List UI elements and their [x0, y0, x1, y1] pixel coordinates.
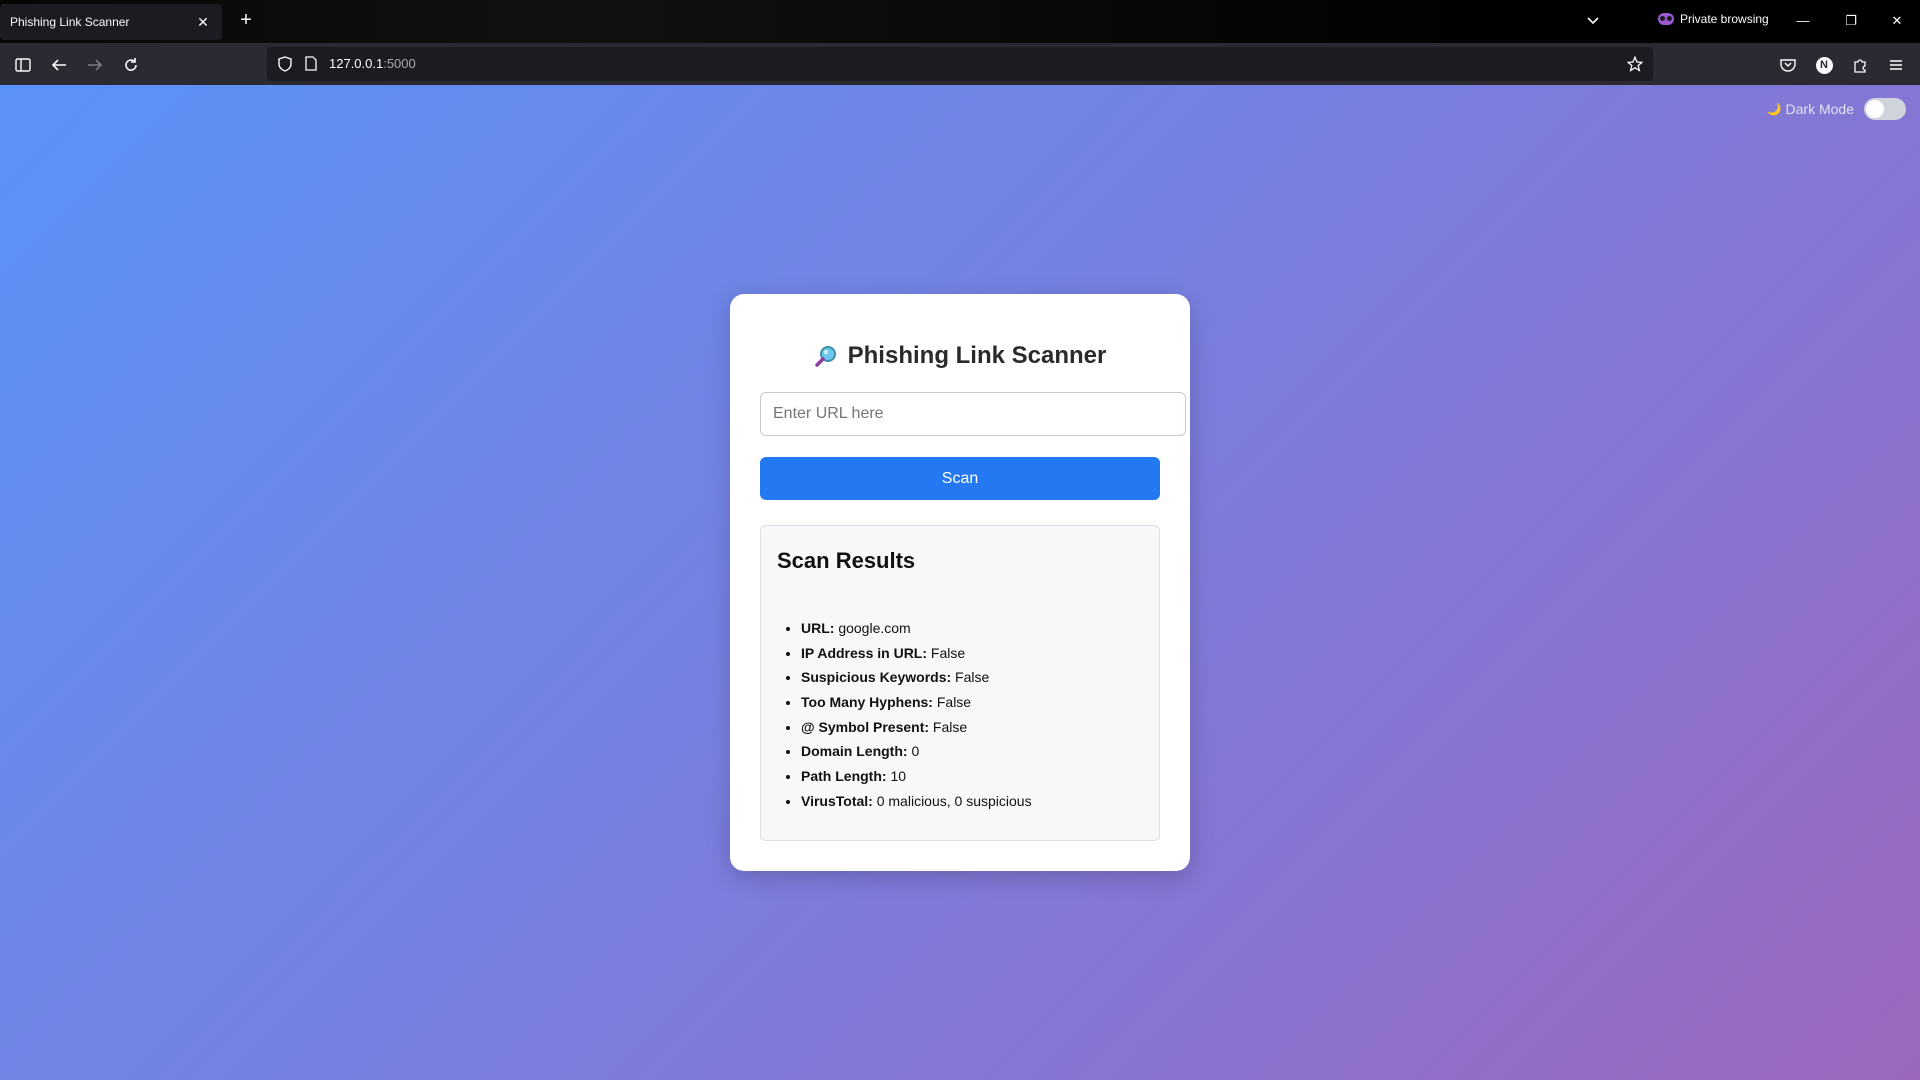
- forward-icon[interactable]: [82, 52, 108, 78]
- result-url: URL: google.com: [801, 616, 1032, 641]
- private-browsing-icon: [1658, 13, 1674, 25]
- result-label: URL:: [801, 620, 835, 636]
- page-title: Phishing Link Scanner: [847, 342, 1107, 369]
- close-tab-icon[interactable]: ✕: [194, 14, 212, 31]
- magnifying-glass-icon: [814, 346, 836, 367]
- result-hyphens: Too Many Hyphens: False: [801, 690, 1032, 715]
- result-label: IP Address in URL:: [801, 644, 928, 661]
- dark-mode-label: Dark Mode: [1785, 101, 1854, 117]
- result-value: False: [932, 718, 968, 735]
- result-label: VirusTotal:: [801, 792, 873, 809]
- result-value: False: [955, 669, 990, 686]
- browser-tab[interactable]: Phishing Link Scanner ✕: [0, 4, 222, 40]
- private-browsing-label: Private browsing: [1680, 12, 1769, 26]
- url-text[interactable]: 127.0.0.1:5000: [329, 56, 416, 71]
- url-port: :5000: [383, 56, 416, 71]
- private-browsing-indicator: Private browsing: [1658, 12, 1769, 26]
- result-label: Domain Length:: [801, 743, 908, 760]
- tab-strip: Phishing Link Scanner ✕ + Private browsi…: [0, 0, 1920, 43]
- page-icon: [305, 56, 317, 71]
- results-list: URL: google.com IP Address in URL: False…: [777, 616, 1032, 814]
- page-title-row: Phishing Link Scanner: [730, 342, 1190, 370]
- page-viewport: 🌙 Dark Mode Phishing Link Scanner Scan S…: [0, 85, 1920, 1080]
- minimize-icon[interactable]: —: [1788, 8, 1818, 34]
- result-value: False: [930, 644, 966, 661]
- scan-button[interactable]: Scan: [760, 457, 1160, 500]
- pocket-icon[interactable]: [1775, 52, 1801, 78]
- new-tab-icon[interactable]: +: [235, 9, 257, 31]
- account-avatar[interactable]: N: [1811, 52, 1837, 78]
- moon-icon: 🌙: [1766, 102, 1782, 116]
- back-icon[interactable]: [46, 52, 72, 78]
- result-suspicious-keywords: Suspicious Keywords: False: [801, 665, 1032, 690]
- url-host: 127.0.0.1: [329, 56, 384, 71]
- url-input[interactable]: [760, 392, 1186, 436]
- bookmark-star-icon[interactable]: [1627, 56, 1643, 72]
- result-value: google.com: [838, 620, 911, 636]
- tab-title: Phishing Link Scanner: [10, 15, 130, 29]
- account-initial: N: [1815, 56, 1833, 74]
- results-title: Scan Results: [777, 548, 916, 573]
- result-label: Too Many Hyphens:: [801, 694, 933, 711]
- address-bar[interactable]: 127.0.0.1:5000: [267, 47, 1653, 81]
- extensions-icon[interactable]: [1847, 52, 1873, 78]
- result-label: Suspicious Keywords:: [801, 669, 952, 686]
- navigation-toolbar: 127.0.0.1:5000 N: [0, 43, 1920, 85]
- result-domain-length: Domain Length: 0: [801, 739, 1032, 764]
- dark-mode-control: 🌙 Dark Mode: [1767, 98, 1906, 120]
- reload-icon[interactable]: [118, 52, 144, 78]
- shield-icon[interactable]: [278, 56, 292, 72]
- dark-mode-toggle[interactable]: [1864, 98, 1906, 120]
- result-value: 10: [890, 768, 907, 785]
- result-at-symbol: @ Symbol Present: False: [801, 715, 1032, 740]
- result-value: 0 malicious, 0 suspicious: [876, 792, 1032, 809]
- result-path-length: Path Length: 10: [801, 764, 1032, 789]
- result-value: 0: [911, 743, 920, 760]
- result-virustotal: VirusTotal: 0 malicious, 0 suspicious: [801, 789, 1032, 814]
- results-panel: Scan Results URL: google.com IP Address …: [760, 525, 1160, 841]
- result-ip-address: IP Address in URL: False: [801, 641, 1032, 666]
- window-close-icon[interactable]: ✕: [1882, 8, 1912, 34]
- result-label: @ Symbol Present:: [801, 718, 930, 735]
- sidebar-icon[interactable]: [10, 52, 36, 78]
- chevron-down-icon[interactable]: [1583, 10, 1603, 30]
- dark-mode-label-group: 🌙 Dark Mode: [1767, 101, 1854, 117]
- scanner-card: Phishing Link Scanner Scan Scan Results …: [730, 294, 1190, 871]
- toggle-knob: [1866, 100, 1884, 118]
- result-value: False: [936, 694, 972, 711]
- menu-icon[interactable]: [1883, 52, 1909, 78]
- result-label: Path Length:: [801, 768, 887, 785]
- restore-icon[interactable]: ❐: [1836, 8, 1866, 34]
